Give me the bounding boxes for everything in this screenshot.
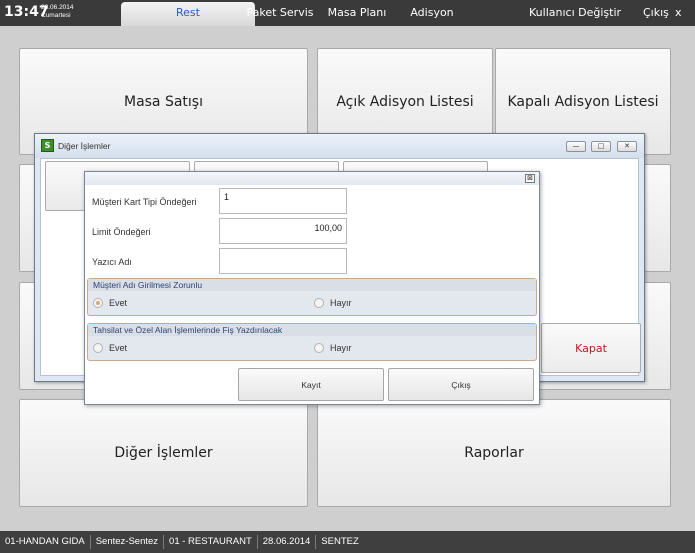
musteri-adi-evet-radio[interactable]: Evet (93, 296, 127, 310)
fis-yazdirma-hayir-radio[interactable]: Hayır (314, 341, 352, 355)
exit-link[interactable]: Çıkış (643, 0, 669, 26)
window-titlebar[interactable]: S Diğer İşlemler — □ ✕ (35, 134, 644, 158)
tab-rest[interactable]: Rest (121, 2, 255, 26)
yazici-label: Yazıcı Adı (92, 257, 132, 267)
settings-dialog: ⊠ Müşteri Kart Tipi Öndeğeri 1 Limit Önd… (84, 171, 540, 405)
radio-unchecked-icon (314, 343, 324, 353)
musteri-adi-group-title: Müşteri Adı Girilmesi Zorunlu (88, 279, 536, 291)
day-text: Cumartesi (41, 12, 71, 19)
dialog-titlebar[interactable]: ⊠ (85, 172, 539, 185)
musteri-adi-hayir-radio[interactable]: Hayır (314, 296, 352, 310)
change-user-link[interactable]: Kullanıcı Değiştir (529, 0, 621, 26)
diger-islemler-label: Diğer İşlemler (114, 445, 213, 461)
status-branch: 01 - RESTAURANT (164, 535, 258, 549)
status-company: 01-HANDAN GIDA (0, 535, 91, 549)
date-text: 28.06.2014 (41, 4, 74, 11)
acik-adisyon-label: Açık Adisyon Listesi (336, 93, 474, 110)
cikis-button[interactable]: Çıkış (388, 368, 534, 401)
fis-yazdirma-group: Tahsilat ve Özel Alan İşlemlerinde Fiş Y… (87, 323, 537, 361)
fis-yazdirma-hayir-label: Hayır (330, 343, 352, 353)
window-close-button[interactable]: ✕ (617, 141, 637, 152)
raporlar-button[interactable]: Raporlar (317, 399, 671, 507)
fis-yazdirma-evet-radio[interactable]: Evet (93, 341, 127, 355)
maximize-button[interactable]: □ (591, 141, 611, 152)
close-icon[interactable]: x (675, 0, 682, 26)
musteri-adi-group: Müşteri Adı Girilmesi Zorunlu Evet Hayır (87, 278, 537, 316)
fis-yazdirma-group-title: Tahsilat ve Özel Alan İşlemlerinde Fiş Y… (88, 324, 536, 336)
diger-islemler-button[interactable]: Diğer İşlemler (19, 399, 308, 507)
spreadsheet-icon: S (41, 139, 54, 152)
limit-input[interactable]: 100,00 (219, 218, 347, 244)
tab-paket-servis[interactable]: Paket Servis (240, 0, 320, 26)
tab-masa-plani[interactable]: Masa Planı (324, 0, 390, 26)
status-db: SENTEZ (321, 536, 359, 547)
cikis-label: Çıkış (451, 379, 471, 390)
radio-checked-icon (93, 298, 103, 308)
fis-yazdirma-evet-label: Evet (109, 343, 128, 353)
kart-tipi-label: Müşteri Kart Tipi Öndeğeri (92, 197, 197, 207)
clock-date: 28.06.2014 Cumartesi (41, 4, 74, 20)
kapat-label: Kapat (575, 341, 607, 355)
status-date: 28.06.2014 (258, 535, 317, 549)
kapali-adisyon-label: Kapalı Adisyon Listesi (507, 93, 659, 110)
status-bar: 01-HANDAN GIDA Sentez-Sentez 01 - RESTAU… (0, 531, 695, 553)
yazici-input[interactable] (219, 248, 347, 274)
masa-satisi-label: Masa Satışı (123, 93, 203, 110)
kayit-label: Kayıt (301, 379, 321, 390)
musteri-adi-hayir-label: Hayır (330, 298, 352, 308)
top-bar: 13:47 28.06.2014 Cumartesi Rest Paket Se… (0, 0, 695, 26)
kart-tipi-input[interactable]: 1 (219, 188, 347, 214)
kayit-button[interactable]: Kayıt (238, 368, 384, 401)
limit-label: Limit Öndeğeri (92, 227, 151, 237)
dialog-close-icon[interactable]: ⊠ (525, 174, 535, 183)
kapat-button[interactable]: Kapat (541, 323, 641, 373)
radio-unchecked-icon (314, 298, 324, 308)
raporlar-label: Raporlar (464, 445, 524, 461)
window-title: Diğer İşlemler (58, 141, 111, 151)
tab-adisyon[interactable]: Adisyon (404, 0, 460, 26)
musteri-adi-evet-label: Evet (109, 298, 128, 308)
minimize-button[interactable]: — (566, 141, 586, 152)
status-user: Sentez-Sentez (91, 535, 165, 549)
radio-unchecked-icon (93, 343, 103, 353)
